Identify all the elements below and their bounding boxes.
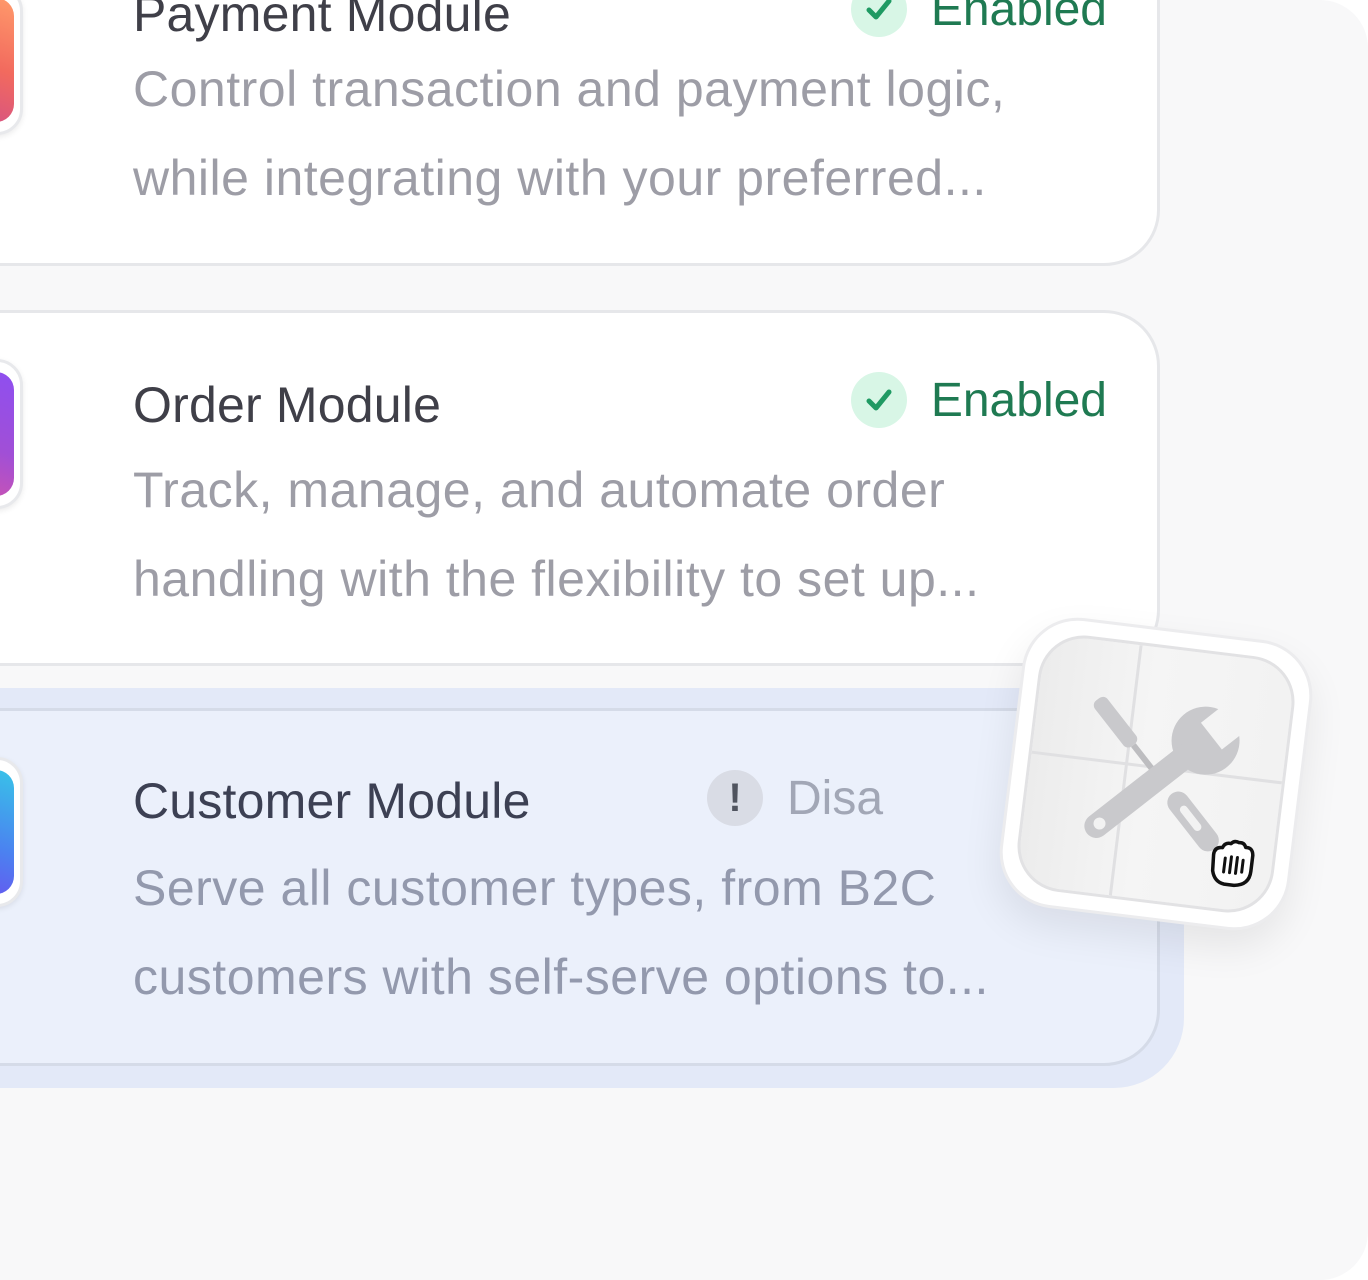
shopping-bag-check-icon [0, 372, 14, 496]
module-title: Customer Module [133, 773, 531, 829]
module-icon-frame [0, 757, 23, 907]
grab-cursor-icon [1210, 839, 1255, 888]
module-title: Payment Module [133, 0, 511, 42]
check-circle-icon [850, 372, 907, 428]
module-card-customer[interactable]: Customer Module ! Disa Serve all custome… [0, 708, 1160, 1066]
wallet-icon [0, 0, 14, 122]
module-list-canvas: Payment Module Enabled Control transacti… [0, 0, 1368, 1280]
module-status-disabled: ! Disa [707, 770, 1007, 826]
module-status-label: Enabled [930, 373, 1107, 427]
check-circle-icon [850, 0, 907, 37]
module-card-order[interactable]: Order Module Enabled Track, manage, and … [0, 310, 1160, 666]
dragged-module-tile[interactable] [993, 611, 1319, 937]
module-description: Track, manage, and automate order handli… [133, 462, 980, 607]
module-icon-frame [0, 359, 23, 509]
module-icon-frame [0, 0, 23, 135]
module-title: Order Module [133, 377, 442, 433]
module-description: Control transaction and payment logic, w… [133, 61, 1006, 206]
module-description: Serve all customer types, from B2C custo… [133, 860, 989, 1005]
users-icon [0, 770, 14, 894]
exclamation-circle-icon: ! [707, 770, 763, 826]
module-status-enabled: Enabled [850, 0, 1107, 37]
module-status-label: Enabled [930, 0, 1107, 36]
module-card-payment[interactable]: Payment Module Enabled Control transacti… [0, 0, 1160, 266]
module-status-enabled: Enabled [850, 372, 1107, 428]
module-status-label: Disa [787, 771, 884, 825]
